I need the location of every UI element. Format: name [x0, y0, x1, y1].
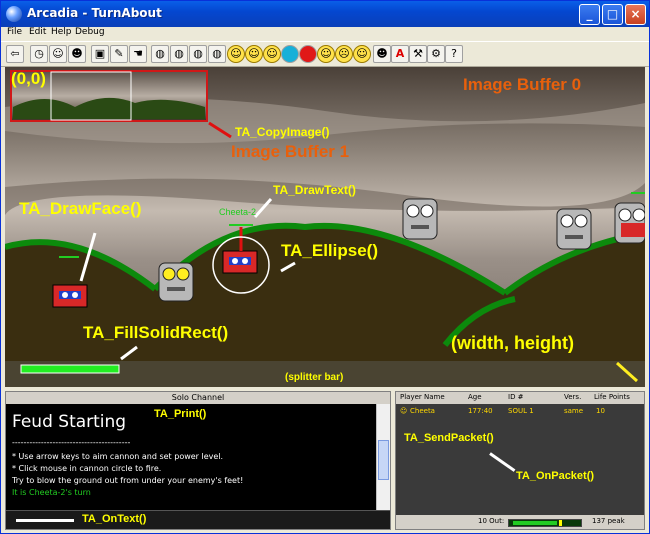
print-label: TA_Print()	[154, 408, 207, 420]
group-icon[interactable]: ☻	[68, 45, 86, 63]
player-age: 177:40	[468, 407, 493, 415]
wrench-icon[interactable]: ⚒	[409, 45, 427, 63]
player-life: 10	[596, 407, 605, 415]
smiley-icon-4[interactable]: ☺	[317, 45, 335, 63]
smiley-icon-3[interactable]: ☺	[263, 45, 281, 63]
col-player-name[interactable]: Player Name	[400, 393, 445, 401]
status-out: 10 Out:	[478, 517, 505, 525]
room-icon[interactable]: ▣	[91, 45, 109, 63]
feud-starting-text: Feud Starting	[12, 412, 127, 432]
input-pointer-line	[16, 519, 74, 522]
globe-icon-3[interactable]: ◍	[189, 45, 207, 63]
maximize-button[interactable]: □	[602, 4, 623, 25]
player-name: Cheeta	[410, 407, 435, 415]
player-face-icon: ☺	[400, 407, 408, 415]
player-id: SOUL 1	[508, 407, 534, 415]
splitter-label: (splitter bar)	[285, 372, 344, 383]
smiley-icon-6[interactable]: ☺	[353, 45, 371, 63]
globe-icon-1[interactable]: ◍	[151, 45, 169, 63]
chat-line: Try to blow the ground out from under yo…	[12, 476, 244, 485]
users-icon[interactable]: ☻	[373, 45, 391, 63]
tools-icon[interactable]: ✎	[110, 45, 128, 63]
copyimage-label: TA_CopyImage()	[235, 125, 330, 139]
chat-divider: ----------------------------------------…	[12, 438, 131, 447]
fillsolidrect-label: TA_FillSolidRect()	[83, 323, 229, 342]
window-title: Arcadia - TurnAbout	[27, 6, 162, 20]
exit-icon[interactable]: ⇦	[6, 45, 24, 63]
image-buffer-0-label: Image Buffer 0	[463, 75, 582, 94]
robot-face	[158, 262, 194, 302]
robot-face	[614, 202, 645, 244]
settings-icon[interactable]: ⚙	[427, 45, 445, 63]
power-bar	[20, 364, 120, 374]
red-face-icon[interactable]	[299, 45, 317, 63]
player-list-header: Player Name Age ID # Vers. Life Points	[396, 392, 644, 404]
pointer-line	[489, 452, 516, 472]
image-buffer-1-label: Image Buffer 1	[231, 142, 350, 161]
title-bar[interactable]: Arcadia - TurnAbout _ □ ×	[1, 1, 649, 27]
col-version[interactable]: Vers.	[564, 393, 581, 401]
smiley-icon-1[interactable]: ☺	[227, 45, 245, 63]
onpacket-label: TA_OnPacket()	[516, 470, 595, 482]
arcadia-app-icon	[6, 6, 22, 22]
enemy-tank	[52, 284, 88, 308]
app-window: Arcadia - TurnAbout _ □ × File Edit Help…	[0, 0, 650, 534]
col-life-points[interactable]: Life Points	[594, 393, 630, 401]
drawface-label: TA_DrawFace()	[19, 199, 142, 218]
help-icon[interactable]: ?	[445, 45, 463, 63]
packet-meter	[508, 519, 582, 527]
player-list-panel: Player Name Age ID # Vers. Life Points ☺…	[395, 391, 645, 530]
chat-icon[interactable]: ☺	[49, 45, 67, 63]
solo-channel-panel: Solo Channel Feud Starting TA_Print() --…	[5, 391, 391, 530]
col-id[interactable]: ID #	[508, 393, 524, 401]
menu-file[interactable]: File	[7, 27, 22, 37]
origin-label: (0,0)	[11, 69, 46, 88]
player-tag: Cheeta-2	[219, 207, 257, 217]
turn-name: Cheeta-2	[28, 488, 66, 497]
mini-hills	[13, 97, 205, 119]
turn-line: It is Cheeta-2's turn	[12, 488, 91, 497]
scrollbar-thumb[interactable]	[378, 440, 389, 480]
chat-line: * Click mouse in cannon circle to fire.	[12, 464, 162, 473]
robot-face	[556, 208, 592, 250]
minimize-button[interactable]: _	[579, 4, 600, 25]
chat-scrollbar[interactable]	[376, 404, 390, 512]
globe-icon-2[interactable]: ◍	[170, 45, 188, 63]
turn-suffix: 's turn	[65, 488, 91, 497]
solo-channel-header: Solo Channel	[6, 392, 390, 404]
menu-help[interactable]: Help	[51, 27, 72, 37]
menu-edit[interactable]: Edit	[29, 27, 46, 37]
ellipse-label: TA_Ellipse()	[281, 241, 378, 260]
robot-face	[402, 198, 438, 240]
hand-icon[interactable]: ☚	[129, 45, 147, 63]
player-version: same	[564, 407, 584, 415]
close-button[interactable]: ×	[625, 4, 646, 25]
chat-line: * Use arrow keys to aim cannon and set p…	[12, 452, 224, 461]
font-icon[interactable]: A	[391, 45, 409, 63]
drawtext-label: TA_DrawText()	[273, 183, 356, 197]
menu-bar: File Edit Help Debug	[1, 27, 649, 41]
globe-icon-4[interactable]: ◍	[208, 45, 226, 63]
smiley-icon-5[interactable]: ☹	[335, 45, 353, 63]
smiley-icon-2[interactable]: ☺	[245, 45, 263, 63]
timer-icon[interactable]: ◷	[30, 45, 48, 63]
ontext-label: TA_OnText()	[82, 513, 147, 525]
width-height-label: (width, height)	[451, 333, 574, 353]
game-canvas[interactable]: (0,0) Image Buffer 0 TA_CopyImage() Imag…	[5, 67, 645, 387]
toolbar: ⇦ ◷ ☺ ☻ ▣ ✎ ☚ ◍ ◍ ◍ ◍ ☺ ☺ ☺ ☺ ☹ ☺ ☻ A ⚒ …	[1, 41, 649, 67]
col-age[interactable]: Age	[468, 393, 482, 401]
chat-input[interactable]: TA_OnText()	[6, 510, 390, 529]
turn-prefix: It is	[12, 488, 29, 497]
sendpacket-label: TA_SendPacket()	[404, 432, 494, 444]
menu-debug[interactable]: Debug	[75, 27, 105, 37]
status-peak: 137 peak	[592, 517, 625, 525]
cyan-face-icon[interactable]	[281, 45, 299, 63]
packet-status-bar: 10 Out: 137 peak	[396, 515, 644, 529]
